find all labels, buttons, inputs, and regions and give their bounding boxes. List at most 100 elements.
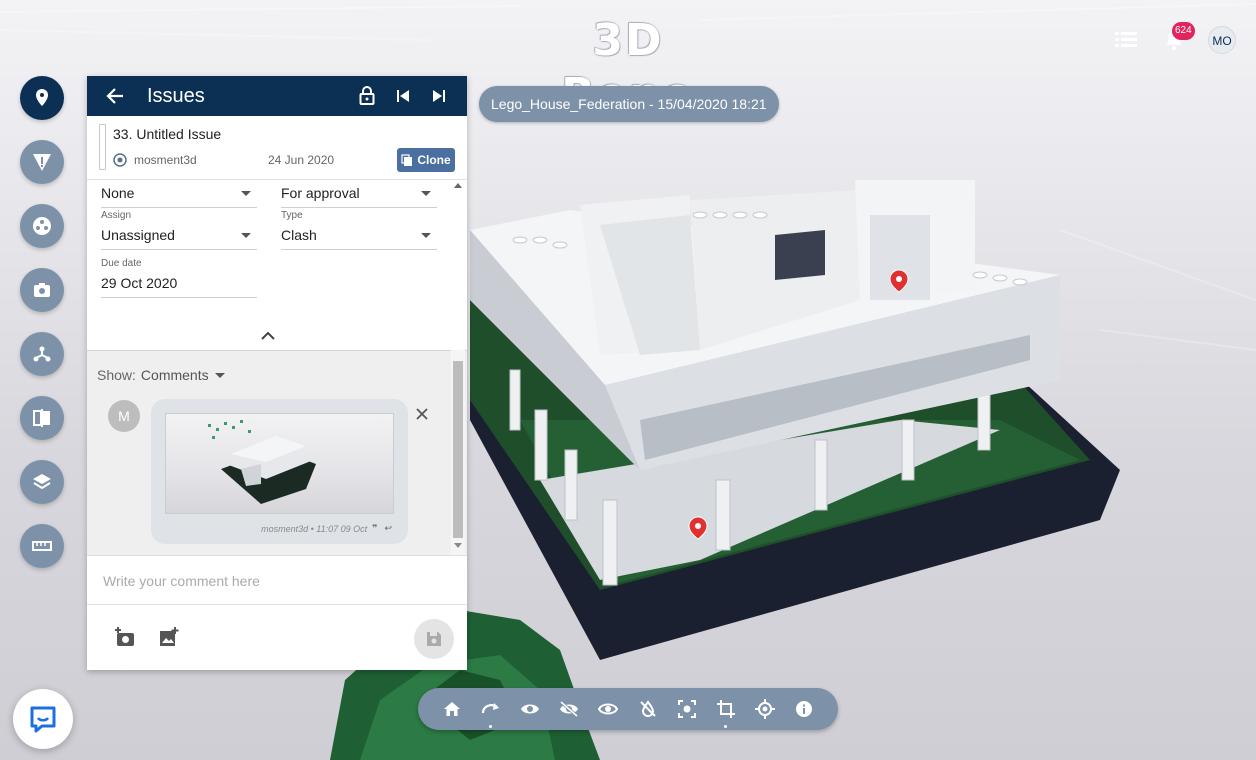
status-value-text: For approval (281, 185, 360, 201)
focus-icon (677, 700, 696, 718)
list-icon (1115, 32, 1137, 47)
assign-value: Unassigned (101, 224, 257, 250)
comments-area: Show: Comments M mosment3d • 11:07 09 Oc… (87, 350, 467, 555)
notifications-button[interactable]: 624 (1158, 22, 1195, 56)
issue-date: 24 Jun 2020 (268, 153, 335, 167)
save-comment-button[interactable] (414, 619, 454, 659)
tree-panel-button[interactable] (20, 332, 64, 376)
model-revision-label[interactable]: Lego_House_Federation - 15/04/2020 18:21 (479, 86, 779, 122)
clone-label: Clone (417, 153, 451, 167)
chat-support-button[interactable] (13, 689, 73, 749)
isolate-button[interactable] (589, 688, 628, 730)
home-button[interactable] (432, 688, 471, 730)
tree-icon (33, 346, 51, 362)
assign-select[interactable]: Assign Unassigned (101, 210, 257, 250)
issue-owner-name: mosment3d (134, 153, 197, 167)
caret-down-icon (421, 233, 431, 238)
issues-panel-button[interactable] (20, 76, 64, 120)
clone-button[interactable]: Clone (397, 148, 455, 172)
hide-button[interactable] (550, 688, 589, 730)
save-icon (427, 632, 441, 646)
reply-icon[interactable]: ↩ (384, 523, 392, 534)
comment-placeholder: Write your comment here (103, 573, 260, 589)
camera-icon (34, 283, 50, 297)
skip-previous-icon (397, 90, 409, 102)
issues-list-button[interactable] (1110, 24, 1142, 56)
comment-actions (87, 605, 467, 670)
details-scroll-up[interactable] (454, 183, 462, 188)
app-logo: 3D Repo (561, 15, 692, 120)
add-camera-icon (115, 627, 134, 646)
issue-name: 33. Untitled Issue (113, 126, 222, 142)
comment-item: mosment3d • 11:07 09 Oct ❞ ↩ (151, 399, 408, 544)
warning-icon (33, 154, 51, 171)
groups-icon (33, 217, 51, 235)
comment-avatar: M (108, 400, 140, 432)
comment-screenshot[interactable] (165, 413, 394, 514)
notification-count-badge: 624 (1172, 22, 1195, 40)
user-avatar: MO (1208, 26, 1236, 54)
hide-icon (560, 701, 579, 717)
rotate-icon (481, 703, 499, 714)
due-date-field[interactable]: Due date 29 Oct 2020 (101, 258, 257, 298)
focus-button[interactable] (667, 688, 706, 730)
comments-scroll-down[interactable] (454, 543, 462, 548)
home-icon (443, 702, 460, 716)
take-screenshot-button[interactable] (113, 625, 137, 649)
status-select[interactable]: For approval (281, 182, 437, 208)
collapse-details-button[interactable] (260, 328, 276, 346)
comments-filter[interactable]: Show: Comments (97, 367, 225, 383)
viewer-toolbar (418, 688, 838, 730)
type-select[interactable]: Type Clash (281, 210, 437, 250)
submenu-indicator (489, 725, 493, 728)
navigation-mode-button[interactable] (471, 688, 510, 730)
left-toolbar (20, 76, 64, 588)
status-value: For approval (281, 182, 437, 208)
user-menu-button[interactable]: MO (1206, 24, 1238, 56)
delete-comment-button[interactable] (416, 407, 428, 425)
risks-panel-button[interactable] (20, 140, 64, 184)
issue-status-bar (99, 124, 106, 170)
add-image-icon (160, 627, 179, 646)
viewpoints-panel-button[interactable] (20, 268, 64, 312)
groups-panel-button[interactable] (20, 204, 64, 248)
next-issue-button[interactable] (421, 76, 457, 116)
priority-value-text: None (101, 185, 135, 201)
show-all-button[interactable] (510, 688, 549, 730)
comment-input[interactable]: Write your comment here (87, 555, 467, 605)
coordinates-button[interactable] (746, 688, 785, 730)
caret-down-icon (241, 191, 251, 196)
quote-icon[interactable]: ❞ (372, 523, 377, 534)
caret-down-icon (214, 372, 225, 378)
layers-panel-button[interactable] (20, 460, 64, 504)
show-label: Show: (97, 367, 136, 383)
ruler-icon (32, 541, 52, 551)
comment-author-time: mosment3d • 11:07 09 Oct (261, 523, 368, 534)
back-button[interactable] (97, 76, 133, 116)
attach-image-button[interactable] (157, 625, 181, 649)
chat-icon (30, 706, 56, 733)
clip-icon (639, 700, 656, 717)
measure-point-icon (755, 699, 776, 719)
pin-icon (36, 89, 48, 106)
lock-button[interactable] (349, 76, 385, 116)
close-icon (416, 408, 428, 420)
compare-icon (33, 409, 50, 427)
type-label: Type (281, 210, 303, 221)
compare-panel-button[interactable] (20, 396, 64, 440)
clipping-button[interactable] (706, 688, 745, 730)
priority-select[interactable]: None (101, 182, 257, 208)
screenshot-thumbnail (208, 420, 316, 504)
show-icon (521, 704, 539, 714)
measure-panel-button[interactable] (20, 524, 64, 568)
xray-button[interactable] (628, 688, 667, 730)
arrow-left-icon (106, 88, 123, 104)
panel-title: Issues (147, 84, 205, 107)
comments-scrollbar-thumb[interactable] (453, 361, 463, 538)
top-right-controls: 624 MO (1094, 22, 1238, 56)
info-button[interactable] (785, 688, 824, 730)
previous-issue-button[interactable] (385, 76, 421, 116)
assign-label: Assign (101, 210, 132, 221)
show-value: Comments (140, 367, 209, 383)
crop-icon (717, 700, 736, 718)
